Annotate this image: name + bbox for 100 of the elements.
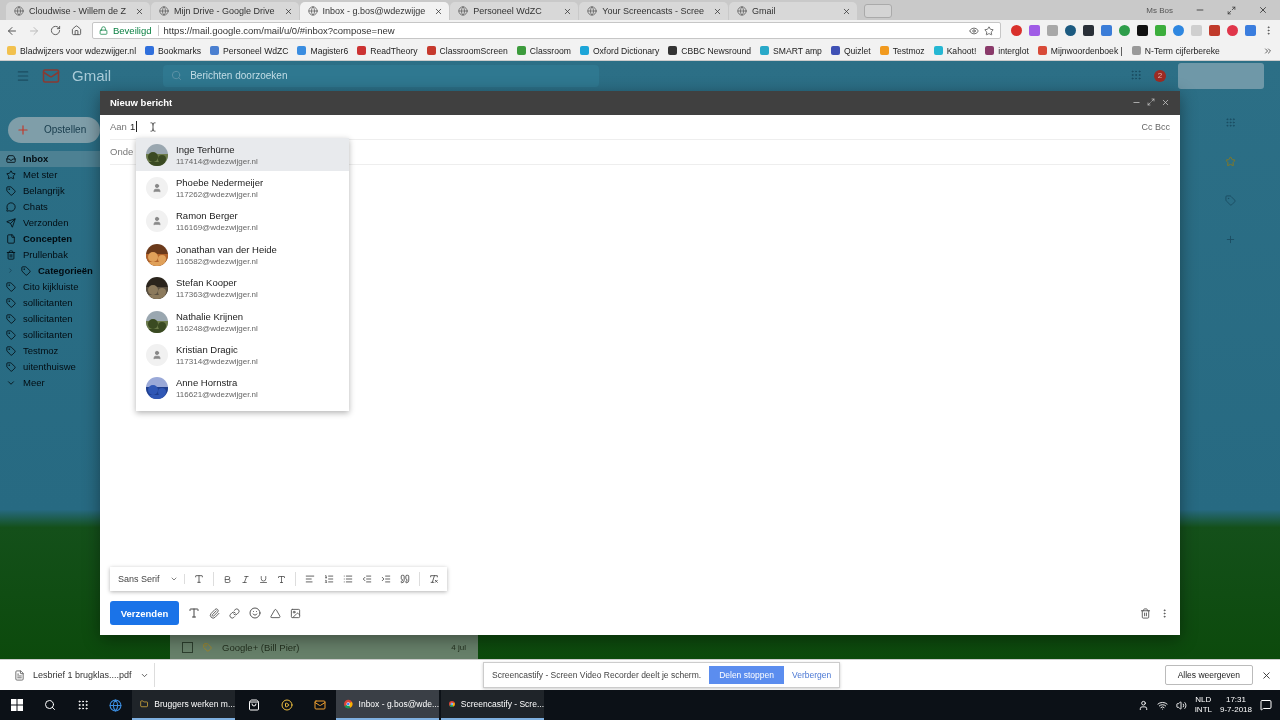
align-icon[interactable] <box>304 574 315 585</box>
show-all-button[interactable]: Alles weergeven <box>1164 665 1253 686</box>
browser-tab[interactable]: Cloudwise - Willem de Z <box>6 2 151 20</box>
send-icon <box>6 217 16 228</box>
outdent-icon[interactable] <box>361 574 372 585</box>
text-size-icon[interactable] <box>193 574 204 585</box>
store-icon[interactable] <box>247 699 260 711</box>
contact-suggestion[interactable]: Ramon Berger 116169@wdezwijger.nl <box>136 204 349 239</box>
sidebar-item[interactable]: Inbox <box>0 150 100 167</box>
reload-icon[interactable] <box>50 25 61 37</box>
extension-icon[interactable] <box>1065 25 1076 37</box>
close-icon[interactable] <box>841 6 851 16</box>
bookmark-link[interactable]: interglot <box>985 45 1029 56</box>
extension-icon[interactable] <box>1083 25 1094 37</box>
trash-icon[interactable] <box>1140 607 1151 619</box>
close-icon[interactable] <box>563 6 573 16</box>
more-bookmarks-icon[interactable] <box>1263 45 1273 56</box>
notification-badge[interactable]: 2 <box>1154 69 1166 82</box>
contact-suggestion[interactable]: Nathalie Krijnen 116248@wdezwijger.nl <box>136 304 349 339</box>
bookmark-link[interactable]: Testmoz <box>879 45 925 56</box>
taskbar-app[interactable]: Inbox - g.bos@wde... <box>336 690 439 720</box>
media-icon[interactable] <box>280 699 293 711</box>
bookmark-link[interactable]: CBBC Newsround <box>668 45 751 56</box>
bookmark-link[interactable]: Bookmarks <box>145 45 202 56</box>
hide-link[interactable]: Verbergen <box>791 670 832 681</box>
formatting-icon[interactable] <box>188 607 200 620</box>
download-item[interactable]: Lesbrief 1 brugklas....pdf <box>8 663 155 688</box>
clock[interactable]: 17:31 9-7-2018 <box>1219 695 1252 715</box>
bookmark-link[interactable]: Quizlet <box>830 45 871 56</box>
browser-icon[interactable] <box>109 698 122 712</box>
chat-icon <box>6 201 16 212</box>
indent-icon[interactable] <box>380 574 391 585</box>
restore-icon[interactable] <box>1227 5 1236 15</box>
search-field[interactable]: Berichten doorzoeken <box>163 64 600 87</box>
contact-suggestion[interactable]: Inge Terhürne 117414@wdezwijger.nl <box>136 137 349 172</box>
bookmark-icon <box>760 46 769 56</box>
task-view-icon[interactable] <box>76 699 89 711</box>
network-icon[interactable] <box>1156 699 1168 711</box>
taskbar-app[interactable]: Bruggers werken m... <box>132 690 235 720</box>
numbered-list-icon[interactable] <box>323 574 334 585</box>
browser-tab[interactable]: Personeel WdZC <box>450 2 579 20</box>
browser-tab[interactable]: Gmail <box>728 2 857 20</box>
underline-icon[interactable] <box>258 574 268 584</box>
compose-button[interactable]: Opstellen <box>8 116 100 143</box>
quote-icon[interactable] <box>399 574 410 585</box>
bulleted-list-icon[interactable] <box>342 574 353 585</box>
security-label: Beveiligd <box>113 25 159 37</box>
bookmark-link[interactable]: SMART amp <box>760 45 822 56</box>
address-bar[interactable]: Beveiligd https://mail.google.com/mail/u/0/#inbox?compose=new <box>92 22 1001 40</box>
font-dropdown[interactable]: Sans Serif <box>118 574 185 585</box>
contact-suggestion[interactable]: Anne Hornstra 116621@wdezwijger.nl <box>136 371 349 405</box>
bookmark-link[interactable]: ReadTheory <box>357 45 418 56</box>
cc-bcc-link[interactable]: Cc Bcc <box>1141 121 1170 132</box>
contact-suggestion[interactable]: Phoebe Nedermeijer 117262@wdezwijger.nl <box>136 171 349 205</box>
eye-icon[interactable] <box>969 25 979 36</box>
image-icon[interactable] <box>290 607 301 619</box>
windows-logo-icon[interactable] <box>10 699 23 711</box>
bookmark-link[interactable]: Oxford Dictionary <box>579 45 660 56</box>
star-icon[interactable] <box>984 25 994 36</box>
clear-formatting-icon[interactable] <box>428 574 439 585</box>
search-icon[interactable] <box>43 699 56 711</box>
close-icon[interactable] <box>135 6 145 16</box>
bookmark-link[interactable]: ClassroomScreen <box>426 45 508 56</box>
browser-tab[interactable]: Your Screencasts - Scree <box>579 2 728 20</box>
taskbar-app[interactable]: Screencastify - Scre... <box>441 690 544 720</box>
browser-tab[interactable]: Mijn Drive - Google Drive <box>151 2 299 20</box>
expand-icon[interactable] <box>1147 98 1155 107</box>
close-icon[interactable] <box>1261 669 1272 681</box>
attach-icon[interactable] <box>209 607 220 619</box>
volume-icon[interactable] <box>1175 699 1187 711</box>
notifications-icon[interactable] <box>1260 699 1272 711</box>
contact-suggestion[interactable]: Jonathan van der Heide 116582@wdezwijger.nl <box>136 238 349 272</box>
close-icon[interactable] <box>712 6 722 16</box>
emoji-icon[interactable] <box>249 607 261 620</box>
back-icon[interactable] <box>6 24 18 37</box>
text-color-icon[interactable] <box>276 574 286 584</box>
send-button[interactable]: Verzenden <box>110 601 179 626</box>
checkbox[interactable] <box>182 641 193 653</box>
bookmark-link[interactable]: N-Term cijferbereke <box>1131 45 1220 56</box>
bold-icon[interactable] <box>222 574 232 584</box>
contact-suggestion[interactable]: Stefan Kooper 117363@wdezwijger.nl <box>136 271 349 305</box>
close-icon[interactable] <box>1258 5 1268 15</box>
bookmark-link[interactable]: Magister6 <box>297 45 349 56</box>
home-icon[interactable] <box>71 25 82 37</box>
bookmark-link[interactable]: Kahoot! <box>933 45 977 56</box>
bookmark-link[interactable]: Bladwijzers voor wdezwijger.nl <box>7 45 137 56</box>
profile-name[interactable]: Ms Bos <box>1146 5 1173 15</box>
link-icon[interactable] <box>229 607 240 619</box>
people-icon[interactable] <box>1137 699 1149 711</box>
bookmark-link[interactable]: Personeel WdZC <box>210 45 289 56</box>
language-indicator[interactable]: NLD INTL <box>1194 695 1212 715</box>
italic-icon[interactable] <box>240 574 250 584</box>
extension-icon[interactable] <box>1137 25 1148 37</box>
close-icon[interactable] <box>283 6 293 16</box>
bookmark-link[interactable]: Mijnwoordenboek | <box>1037 45 1123 56</box>
close-icon[interactable] <box>1161 98 1170 108</box>
close-icon[interactable] <box>434 6 444 16</box>
browser-tab[interactable]: Inbox - g.bos@wdezwijge <box>299 2 450 20</box>
bookmark-link[interactable]: Classroom <box>516 45 571 56</box>
contact-suggestion[interactable]: Kristian Dragic 117314@wdezwijger.nl <box>136 338 349 372</box>
